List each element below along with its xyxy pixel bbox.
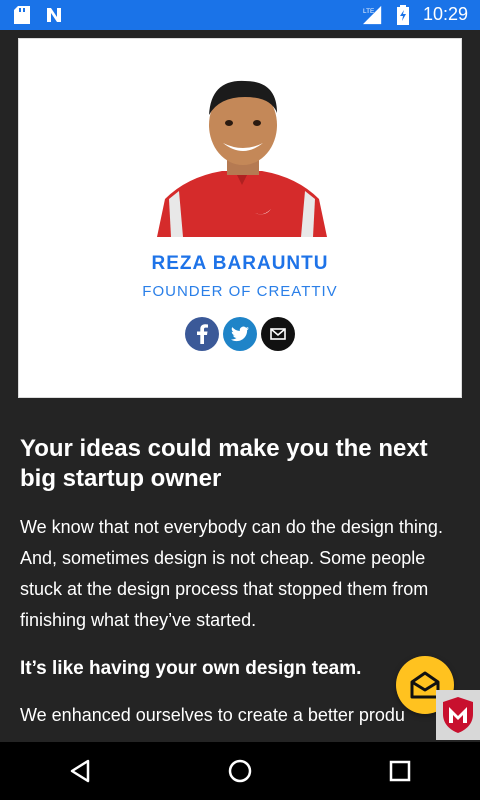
- article-headline: Your ideas could make you the next big s…: [20, 435, 428, 492]
- mcafee-badge[interactable]: [436, 690, 480, 740]
- home-button[interactable]: [216, 747, 264, 795]
- status-bar: LTE 10:29: [0, 0, 480, 30]
- page-content[interactable]: REZA BARAUNTU FOUNDER OF CREATTIV Your i…: [0, 30, 480, 742]
- signal-icon: LTE: [362, 5, 383, 25]
- n-notification-icon: [44, 5, 64, 25]
- back-triangle-icon: [70, 759, 90, 783]
- home-circle-icon: [228, 759, 252, 783]
- article-paragraph-2: We enhanced ourselves to create a better…: [20, 705, 405, 725]
- svg-text:LTE: LTE: [363, 8, 374, 15]
- email-icon[interactable]: [261, 317, 295, 351]
- social-links: [19, 317, 461, 351]
- facebook-icon[interactable]: [185, 317, 219, 351]
- profile-card: REZA BARAUNTU FOUNDER OF CREATTIV: [18, 38, 462, 398]
- mcafee-shield-icon: [443, 697, 473, 733]
- article-paragraph: We know that not everybody can do the de…: [20, 517, 443, 630]
- recents-button[interactable]: [376, 747, 424, 795]
- clock: 10:29: [422, 4, 468, 24]
- profile-role: FOUNDER OF CREATTIV: [142, 283, 338, 300]
- article-subheading: It’s like having your own design team.: [20, 658, 362, 679]
- recents-square-icon: [389, 760, 411, 782]
- profile-name: REZA BARAUNTU: [151, 253, 329, 274]
- twitter-icon[interactable]: [223, 317, 257, 351]
- avatar: [157, 67, 327, 237]
- back-button[interactable]: [56, 747, 104, 795]
- navigation-bar: [0, 742, 480, 800]
- sd-card-icon: [12, 5, 32, 25]
- battery-icon: [393, 4, 413, 25]
